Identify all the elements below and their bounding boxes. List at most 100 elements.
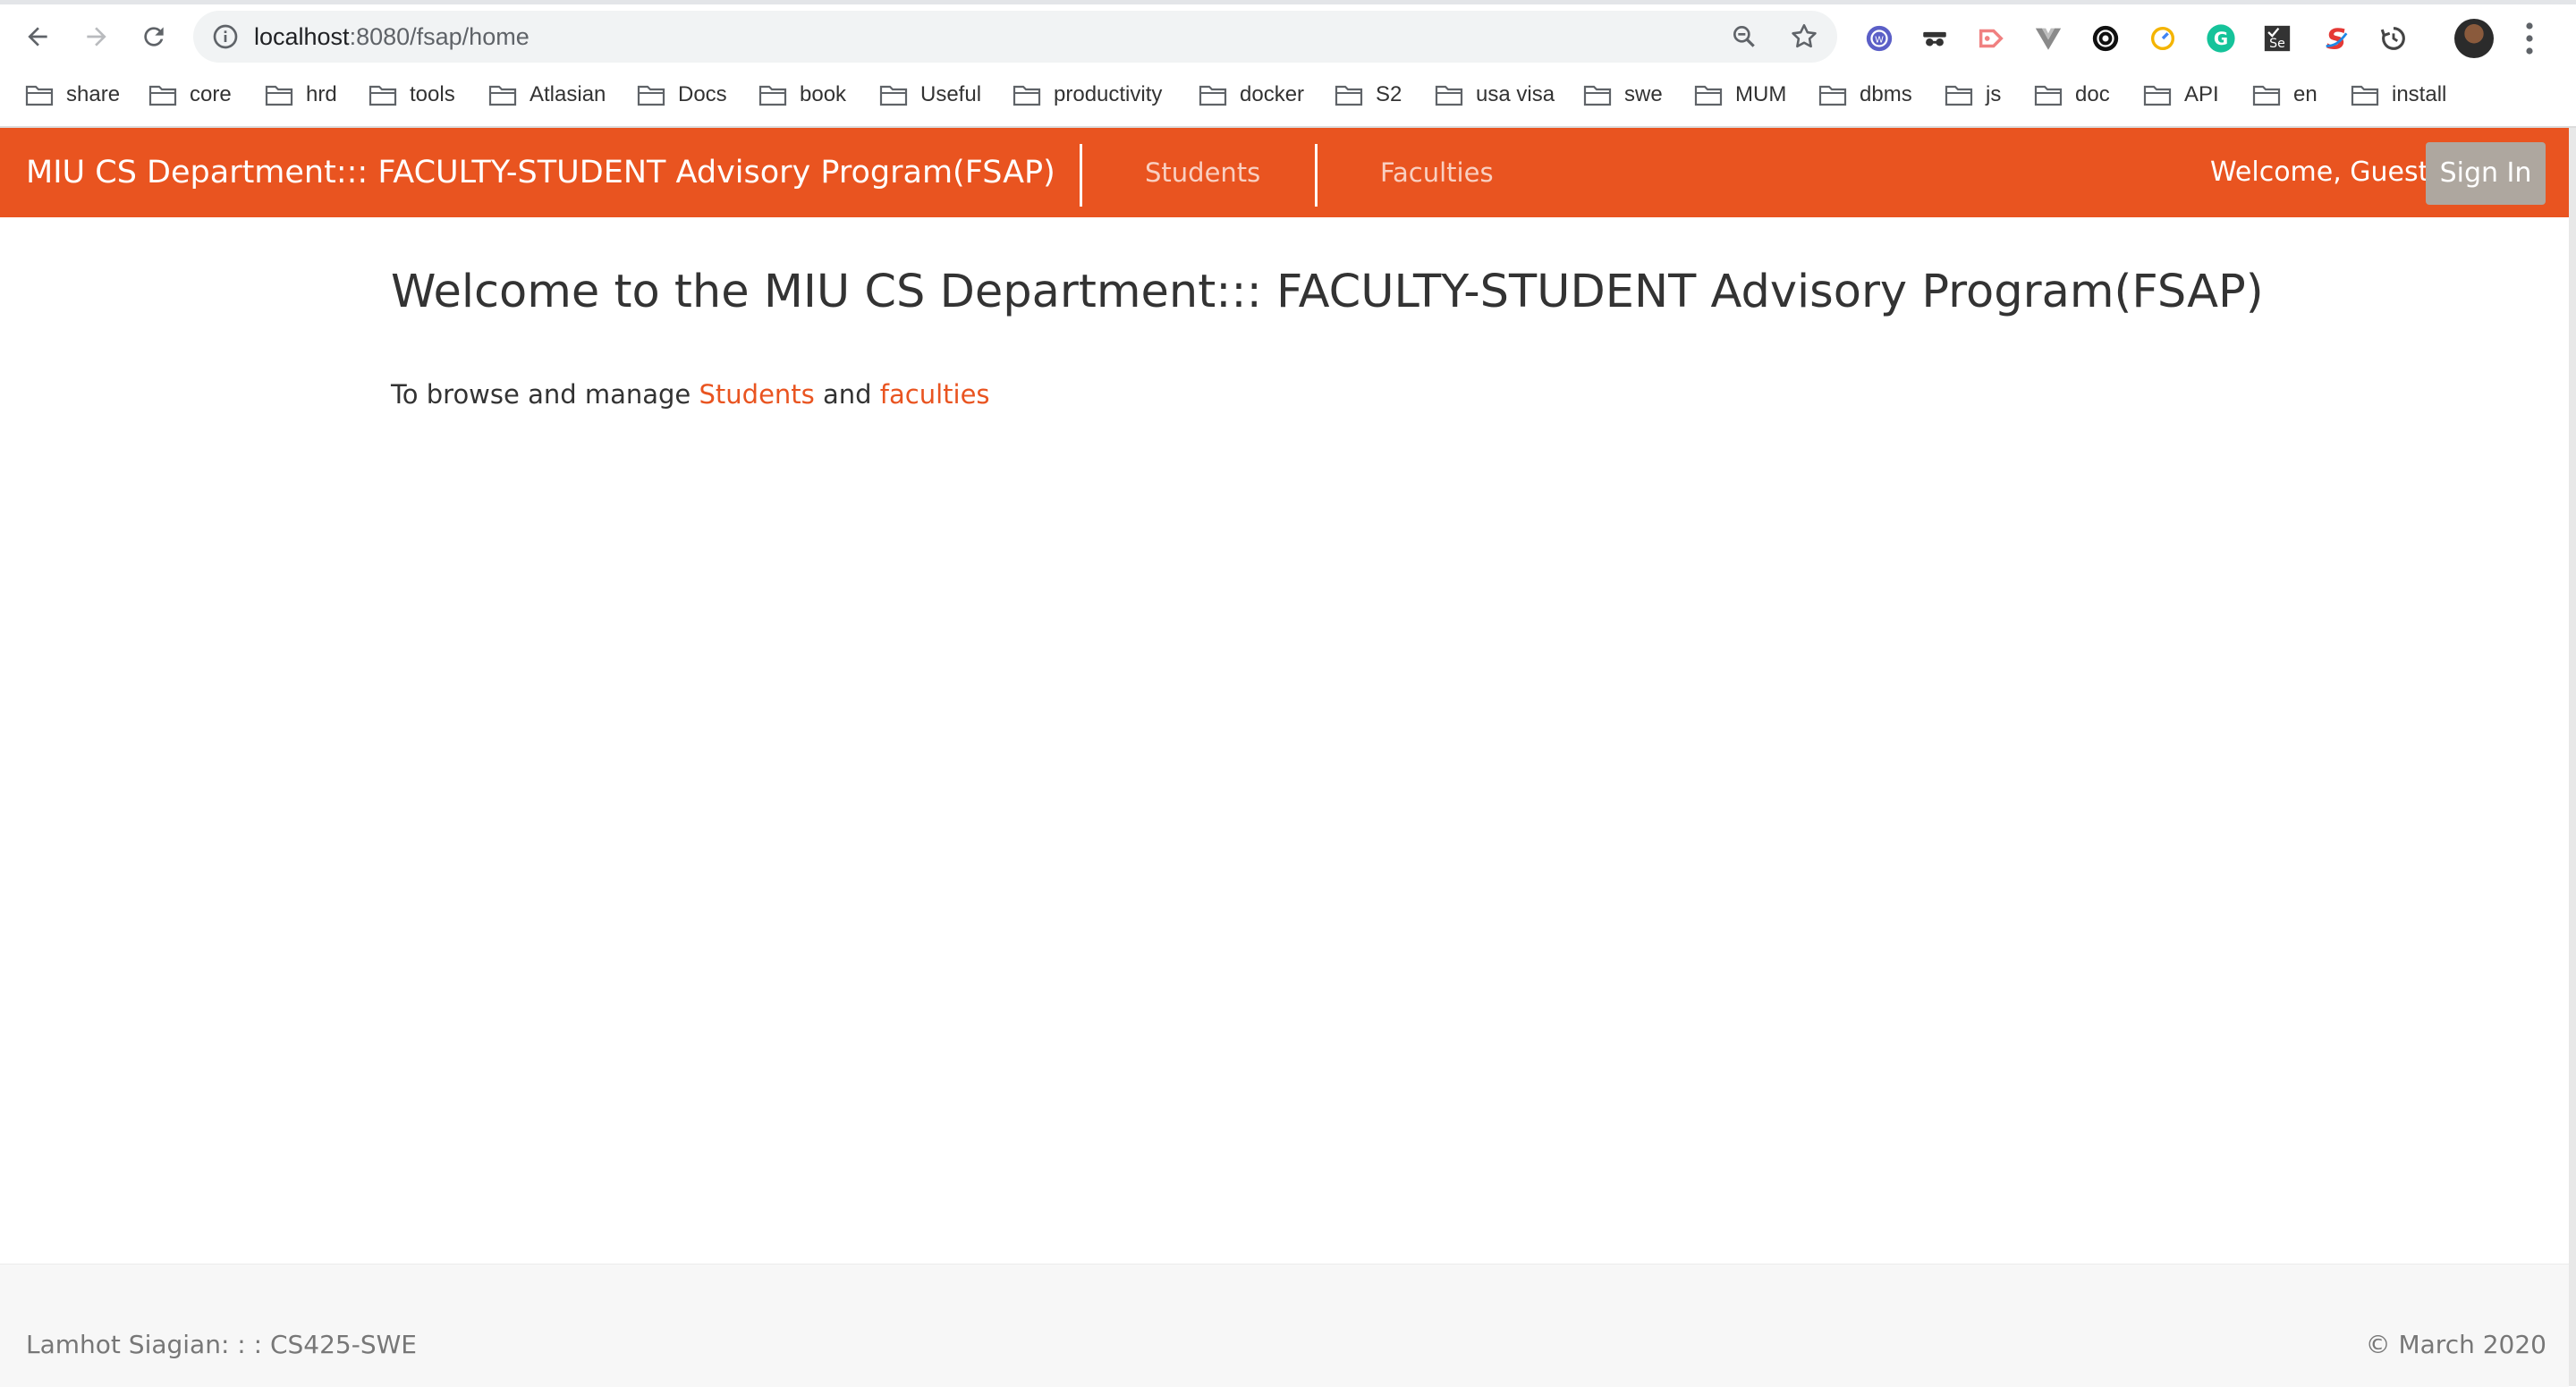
intro-text: To browse and manage Students and facult… [391, 379, 990, 410]
url-text[interactable]: localhost:8080/fsap/home [254, 11, 530, 63]
svg-text:G: G [2214, 29, 2228, 49]
screencast-icon[interactable] [1975, 22, 2007, 55]
address-bar[interactable]: localhost:8080/fsap/home [193, 11, 1837, 63]
bookmark-folder[interactable]: core [148, 77, 232, 113]
vpn-globe-icon[interactable]: W [1863, 22, 1895, 55]
bookmark-folder[interactable]: Docs [637, 77, 727, 113]
grammarly-icon[interactable]: G [2205, 22, 2237, 55]
folder-icon [369, 85, 397, 106]
folder-icon [637, 85, 665, 106]
sign-in-button[interactable]: Sign In [2426, 142, 2546, 205]
info-icon[interactable] [211, 22, 240, 51]
folder-icon [148, 85, 177, 106]
bookmark-label: dbms [1860, 82, 1912, 106]
bookmark-folder[interactable]: doc [2034, 77, 2110, 113]
page-title: Welcome to the MIU CS Department::: FACU… [391, 266, 2264, 318]
footer-author: Lamhot Siagian: : : CS425-SWE [26, 1330, 417, 1359]
bookmark-folder[interactable]: dbms [1818, 77, 1912, 113]
incognito-mask-icon[interactable] [1919, 22, 1951, 55]
bookmark-star-icon[interactable] [1789, 21, 1819, 52]
bookmark-label: js [1986, 82, 2002, 106]
profile-avatar[interactable] [2454, 19, 2494, 58]
zoom-icon[interactable] [1730, 22, 1758, 51]
bookmark-label: install [2392, 82, 2447, 106]
bookmark-folder[interactable]: en [2252, 77, 2318, 113]
welcome-text: Welcome, Guest [2210, 156, 2429, 188]
bookmark-label: tools [410, 82, 455, 106]
browser-toolbar: localhost:8080/fsap/home W G Se S [0, 4, 2576, 70]
url-host: localhost [254, 23, 350, 50]
bookmark-label: API [2184, 82, 2219, 106]
bookmark-folder[interactable]: js [1945, 77, 2001, 113]
speed-dial-icon[interactable] [2147, 22, 2179, 55]
navbar-brand[interactable]: MIU CS Department::: FACULTY-STUDENT Adv… [26, 128, 1055, 217]
bookmark-label: productivity [1054, 82, 1163, 106]
more-menu-icon[interactable] [2519, 21, 2540, 56]
app-navbar: MIU CS Department::: FACULTY-STUDENT Adv… [0, 128, 2576, 217]
folder-icon [2143, 85, 2172, 106]
bookmark-label: Useful [920, 82, 982, 106]
bookmark-label: swe [1624, 82, 1663, 106]
folder-icon [25, 85, 54, 106]
folder-icon [265, 85, 293, 106]
bookmark-folder[interactable]: Atlasian [488, 77, 606, 113]
students-link[interactable]: Students [699, 379, 815, 410]
bookmark-folder[interactable]: share [25, 77, 120, 113]
svg-text:W: W [1875, 35, 1884, 45]
camera-lens-icon[interactable] [2089, 22, 2122, 55]
bookmark-label: hrd [306, 82, 337, 106]
bookmark-folder[interactable]: docker [1199, 77, 1304, 113]
bookmark-folder[interactable]: swe [1583, 77, 1663, 113]
bookmark-folder[interactable]: productivity [1013, 77, 1162, 113]
bookmark-folder[interactable]: S2 [1335, 77, 1402, 113]
bookmark-folder[interactable]: Useful [879, 77, 981, 113]
footer-copyright: © March 2020 [2365, 1330, 2546, 1359]
intro-prefix: To browse and manage [391, 379, 699, 410]
nav-divider [1080, 144, 1082, 207]
bookmark-label: usa visa [1476, 82, 1555, 106]
bookmark-folder[interactable]: hrd [265, 77, 337, 113]
bookmark-label: share [66, 82, 121, 106]
bookmark-label: book [800, 82, 847, 106]
folder-icon [879, 85, 908, 106]
folder-icon [1199, 85, 1227, 106]
bookmark-folder[interactable]: tools [369, 77, 455, 113]
vue-devtools-icon[interactable] [2032, 22, 2064, 55]
bookmark-label: Docs [678, 82, 727, 106]
nav-link-students[interactable]: Students [1145, 128, 1260, 217]
folder-icon [1335, 85, 1363, 106]
stylus-icon[interactable]: S [2320, 22, 2352, 55]
folder-icon [1013, 85, 1041, 106]
reload-icon [144, 27, 164, 47]
bookmark-folder[interactable]: API [2143, 77, 2219, 113]
intro-and: and [814, 379, 880, 410]
reload-button[interactable] [134, 17, 174, 56]
folder-icon [1583, 85, 1612, 106]
bookmark-label: MUM [1735, 82, 1787, 106]
bookmark-folder[interactable]: install [2351, 77, 2446, 113]
bookmarks-bar: share core hrd tools Atlasian Docs book … [0, 70, 2576, 120]
bookmark-label: core [190, 82, 232, 106]
selenium-icon[interactable]: Se [2261, 22, 2293, 55]
bookmark-folder[interactable]: MUM [1694, 77, 1786, 113]
bookmark-folder[interactable]: book [758, 77, 846, 113]
bookmark-label: doc [2075, 82, 2110, 106]
folder-icon [488, 85, 517, 106]
folder-icon [1818, 85, 1847, 106]
nav-link-faculties[interactable]: Faculties [1380, 128, 1494, 217]
sync-icon[interactable] [2377, 22, 2410, 55]
bookmark-folder[interactable]: usa visa [1435, 77, 1555, 113]
bookmark-label: Atlasian [530, 82, 606, 106]
folder-icon [758, 85, 787, 106]
back-button[interactable] [18, 17, 57, 56]
arrow-left-icon [28, 27, 47, 47]
folder-icon [2034, 85, 2063, 106]
folder-icon [1945, 85, 1973, 106]
folder-icon [1694, 85, 1723, 106]
bookmark-label: docker [1240, 82, 1305, 106]
page-footer: Lamhot Siagian: : : CS425-SWE © March 20… [0, 1264, 2569, 1387]
nav-divider [1315, 144, 1318, 207]
faculties-link[interactable]: faculties [880, 379, 990, 410]
forward-button[interactable] [77, 17, 116, 56]
bookmark-label: S2 [1376, 82, 1402, 106]
